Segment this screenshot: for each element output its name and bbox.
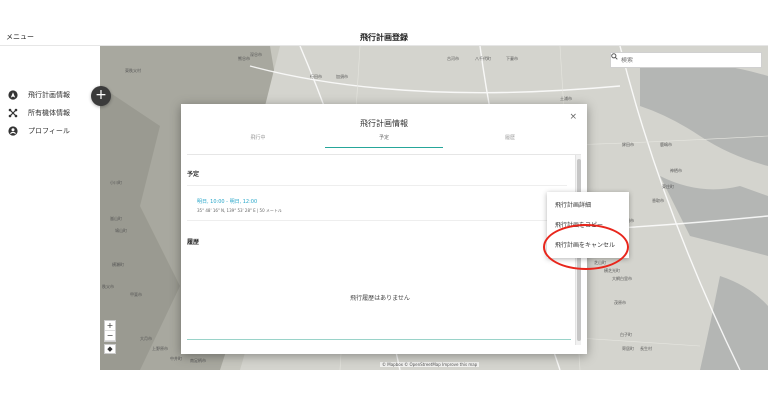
map-place-label: 熊谷市 <box>238 56 250 61</box>
map-place-label: 小川町 <box>110 180 122 185</box>
map-place-label: 長生村 <box>640 346 652 351</box>
compass-icon: ◆ <box>107 345 113 353</box>
account-icon <box>8 126 18 136</box>
section-heading-history: 履歴 <box>187 239 200 246</box>
flight-plan-dialog: 飛行計画情報 × 飛行中 予定 履歴 予定 明日, 10:00 - 明日, 12… <box>181 104 587 354</box>
map-place-label: 茂原市 <box>614 300 626 305</box>
map-place-label: 土浦市 <box>560 96 572 101</box>
map-place-label: 大月市 <box>140 336 152 341</box>
map-place-label: 深谷市 <box>250 52 262 57</box>
dialog-title: 飛行計画情報 <box>360 119 408 128</box>
divider <box>187 339 571 340</box>
page-title: 飛行計画登録 <box>360 33 408 42</box>
tab-scheduled[interactable]: 予定 <box>321 134 447 148</box>
map-place-label: 香取市 <box>652 198 664 203</box>
map-place-label: 東庄町 <box>662 184 674 189</box>
menu-item-details[interactable]: 飛行計画詳細 <box>555 200 591 209</box>
close-icon[interactable]: × <box>569 112 577 122</box>
map-place-label: 横芝光町 <box>604 268 620 273</box>
map-place-label: 鉾田市 <box>622 142 634 147</box>
map-place-label: 上野原市 <box>152 346 168 351</box>
app-header: メニュー 飛行計画登録 <box>0 28 768 46</box>
map-place-label: 甲斐市 <box>130 292 142 297</box>
map-place-label: 秩父市 <box>102 284 114 289</box>
navigation-icon <box>8 90 18 100</box>
compass-button[interactable]: ◆ <box>104 344 116 354</box>
sidebar-item-flight-plans[interactable]: 飛行計画情報 <box>8 90 70 100</box>
dialog-tabs: 飛行中 予定 履歴 <box>195 134 573 148</box>
sidebar-item-aircraft[interactable]: 所有機体情報 <box>8 108 70 118</box>
search-input[interactable] <box>621 56 741 64</box>
zoom-control: + − <box>104 320 116 342</box>
map-place-label: 鳩山町 <box>115 228 127 233</box>
map-place-label: 下妻市 <box>506 56 518 61</box>
search-box[interactable] <box>610 52 762 68</box>
sidebar-item-label: 所有機体情報 <box>28 109 70 117</box>
flight-plan-row[interactable]: 明日, 10:00 - 明日, 12:00 35° 48' 16" N, 139… <box>187 185 567 221</box>
plan-coordinates: 35° 48' 16" N, 139° 53' 28" E | 50 メートル <box>197 208 282 213</box>
add-flight-plan-button[interactable]: + <box>91 86 111 106</box>
drone-icon <box>8 108 18 118</box>
map-place-label: 東秩父村 <box>125 68 141 73</box>
map-place-label: 横瀬町 <box>112 262 124 267</box>
highlight-circle <box>543 224 629 270</box>
dialog-body: 予定 明日, 10:00 - 明日, 12:00 35° 48' 16" N, … <box>187 154 581 346</box>
sidebar-item-profile[interactable]: プロフィール <box>8 126 70 136</box>
map-place-label: 白子町 <box>620 332 632 337</box>
map-place-label: 古河市 <box>447 56 459 61</box>
search-icon <box>611 53 618 60</box>
plan-time[interactable]: 明日, 10:00 - 明日, 12:00 <box>197 198 257 205</box>
map-place-label: 行田市 <box>310 74 322 79</box>
tab-in-flight[interactable]: 飛行中 <box>195 134 321 148</box>
zoom-in-button[interactable]: + <box>105 321 115 331</box>
map-place-label: 神栖市 <box>670 168 682 173</box>
map-place-label: 八千代町 <box>475 56 491 61</box>
map-place-label: 大網白里市 <box>612 276 632 281</box>
zoom-out-button[interactable]: − <box>105 331 115 341</box>
map-place-label: 嵐山町 <box>110 216 122 221</box>
map-attribution[interactable]: © Mapbox © OpenStreetMap Improve this ma… <box>380 362 480 367</box>
map-place-label: 南足柄市 <box>190 358 206 363</box>
section-heading-scheduled: 予定 <box>187 171 200 178</box>
map-place-label: 中井町 <box>170 356 182 361</box>
empty-history-message: 飛行履歴はありません <box>350 295 410 302</box>
map-place-label: 鹿嶋市 <box>660 142 672 147</box>
map-place-label: 寄居町 <box>622 346 634 351</box>
map-place-label: 加須市 <box>336 74 348 79</box>
sidebar-item-label: プロフィール <box>28 127 70 135</box>
sidebar: 飛行計画情報 所有機体情報 プロフィール <box>0 46 100 370</box>
sidebar-item-label: 飛行計画情報 <box>28 91 70 99</box>
tab-history[interactable]: 履歴 <box>447 134 573 148</box>
